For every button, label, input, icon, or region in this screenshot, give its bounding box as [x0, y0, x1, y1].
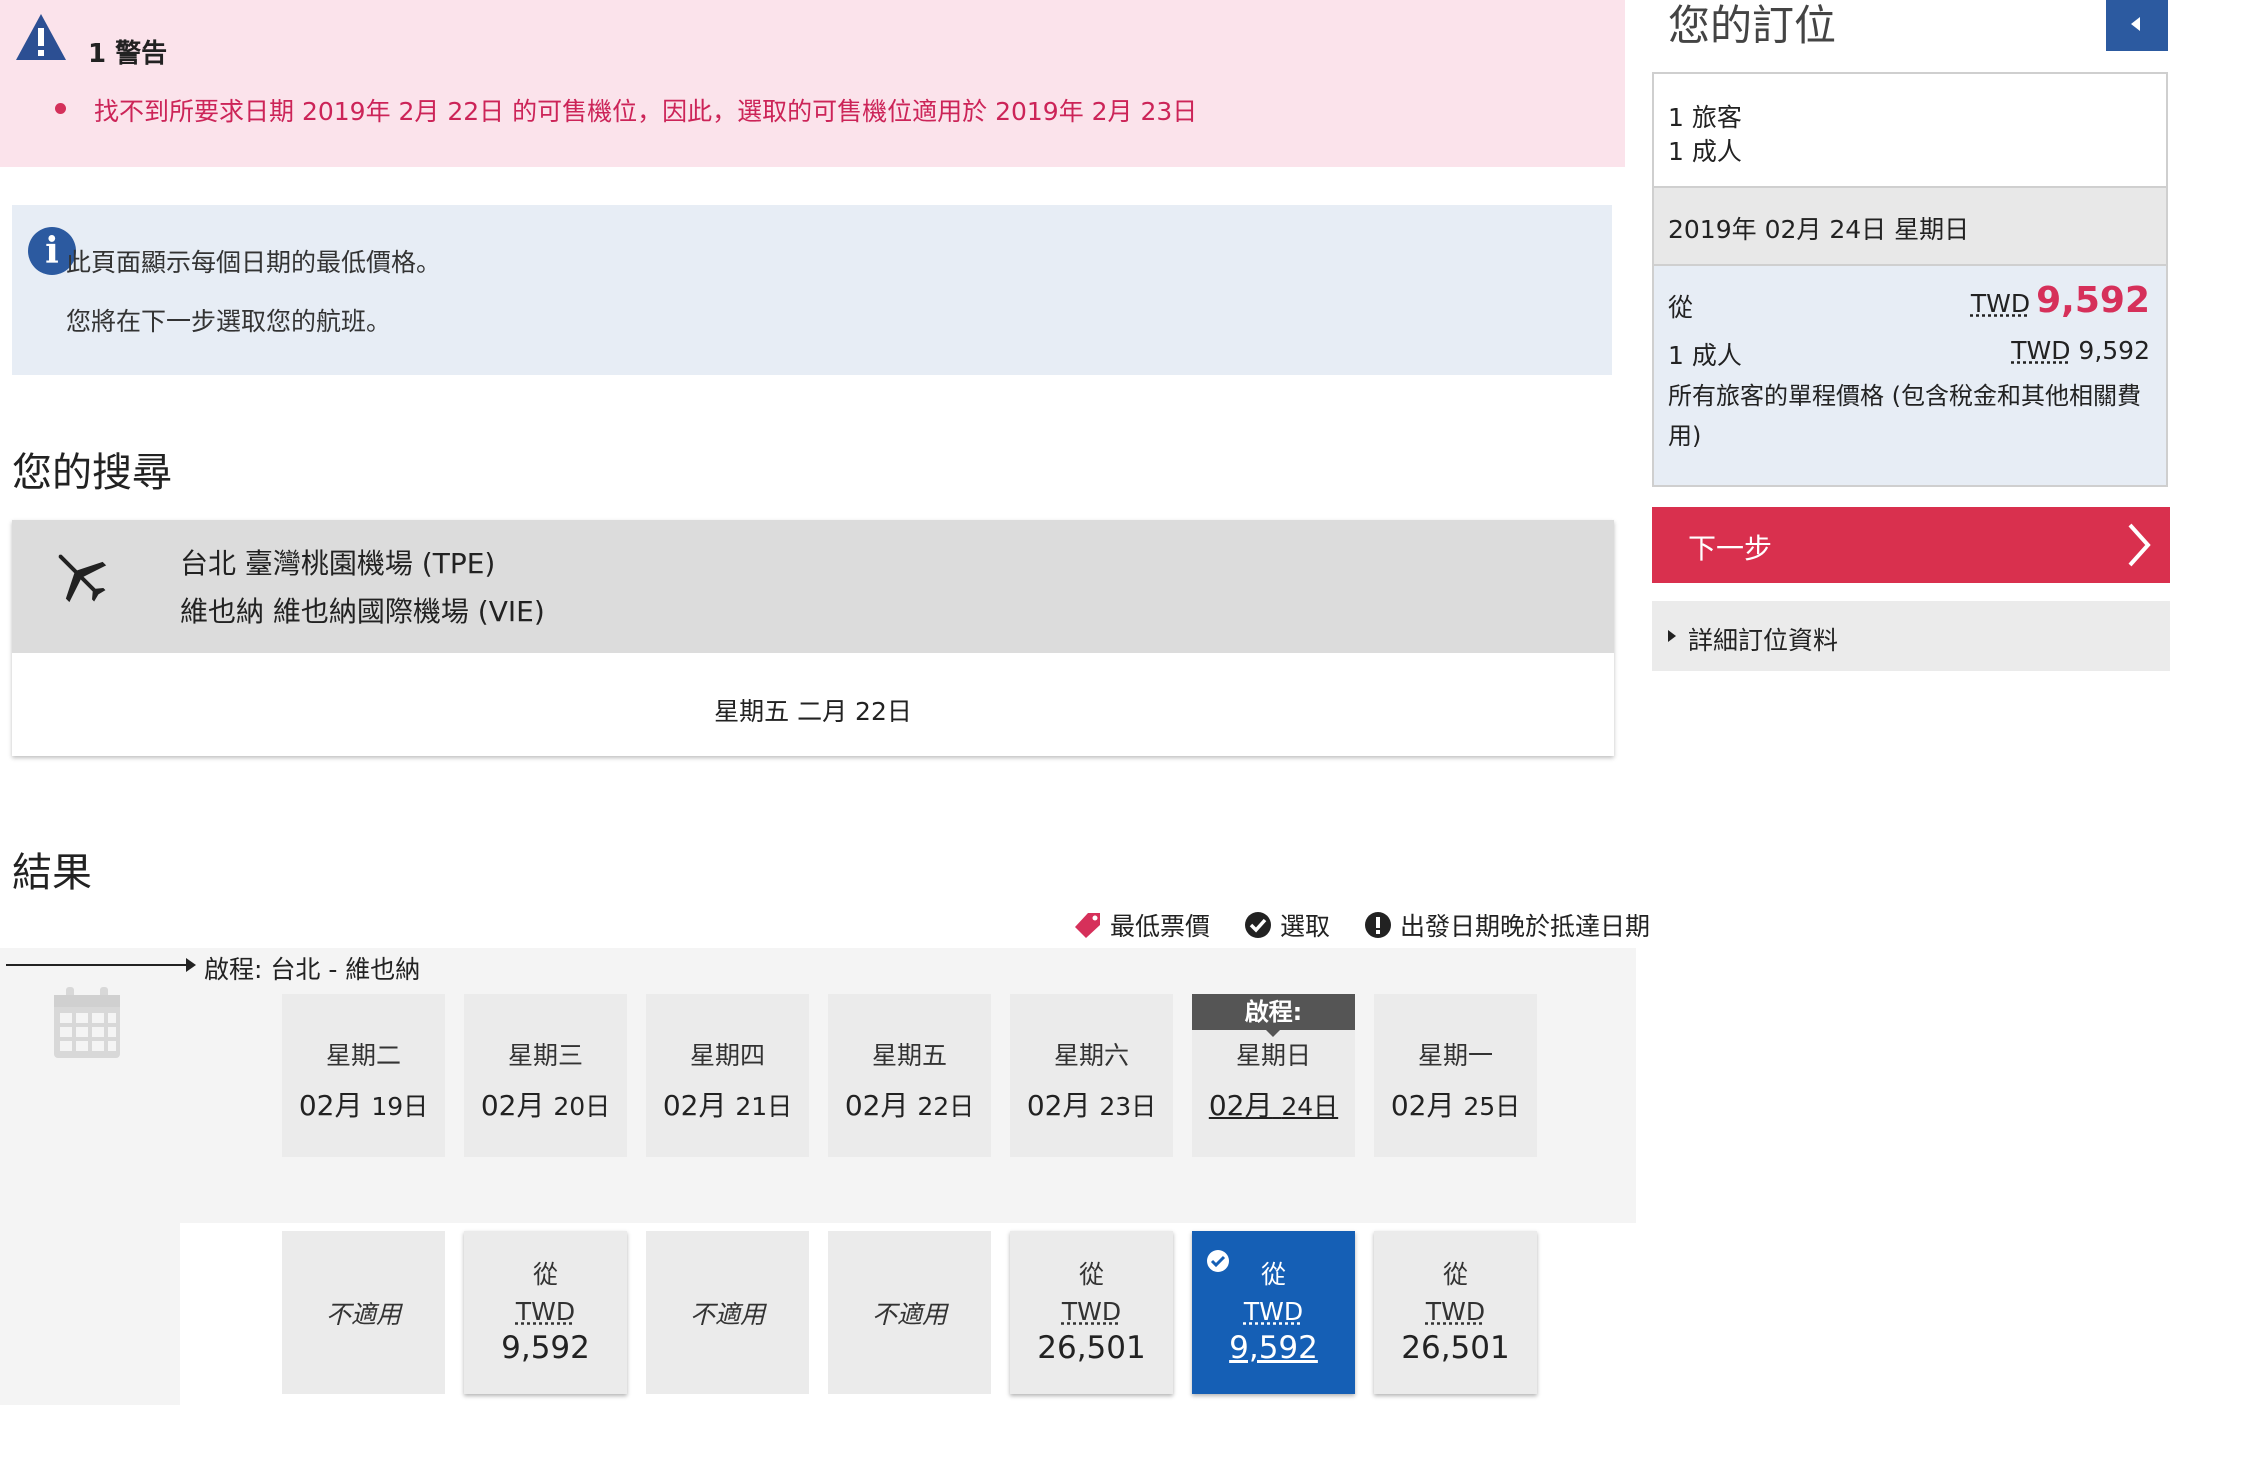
results-legend: 最低票價 選取 出發日期晚於抵達日期 [1040, 908, 1650, 942]
price-tag-icon [1075, 913, 1100, 938]
fare-adult-label: 1 成人 [1668, 341, 1742, 370]
day-weekday: 星期六 [1053, 1041, 1129, 1070]
next-step-label: 下一步 [1688, 532, 1773, 565]
caret-right-icon [1668, 630, 1676, 642]
legend-lowest-label: 最低票價 [1110, 912, 1211, 941]
adult-count: 1 成人 [1668, 137, 1742, 166]
legend-lowest-fare: 最低票價 [1074, 907, 1210, 943]
price-cell[interactable]: 從 TWD 9,592 [464, 1231, 627, 1394]
selected-day-tag-pointer [1265, 1029, 1281, 1037]
calendar-icon [54, 987, 120, 1058]
price-from: 從 [532, 1260, 558, 1289]
plane-icon [58, 554, 107, 603]
fare-section: 從 TWD 9,592 1 成人 TWD 9,592 所有旅客的單程價格 (包含稅… [1654, 266, 2166, 485]
results-heading: 結果 [12, 850, 92, 896]
day-weekday: 星期三 [507, 1041, 583, 1070]
legend-selected-label: 選取 [1280, 912, 1331, 941]
fare-adult-price: TWD 9,592 [2011, 336, 2150, 365]
legend-selected: 選取 [1244, 907, 1330, 943]
fare-total-currency: TWD [1970, 289, 2031, 318]
check-circle-icon [1207, 1250, 1229, 1272]
day-date: 02月 21日 [662, 1089, 793, 1122]
results-panel-side [0, 1223, 180, 1405]
price-currency: TWD [1061, 1297, 1122, 1326]
day-weekday: 星期五 [871, 1041, 947, 1070]
fare-note: 所有旅客的單程價格 (包含稅金和其他相關費用) [1668, 382, 2141, 450]
booking-title: 您的訂位 [1668, 1, 1837, 50]
price-currency: TWD [1243, 1297, 1304, 1326]
info-text-2: 您將在下一步選取您的航班。 [66, 307, 392, 336]
exclamation-circle-icon [1365, 912, 1392, 938]
price-currency: TWD [1425, 1297, 1486, 1326]
day-weekday: 星期四 [689, 1041, 765, 1070]
day-date: 02月 22日 [844, 1089, 975, 1122]
destination-airport: 維也納 維也納國際機場 (VIE) [180, 595, 545, 628]
booking-date: 2019年 02月 24日 星期日 [1668, 215, 1970, 244]
fare-total: TWD 9,592 [1971, 280, 2150, 321]
passenger-section: 1 旅客 1 成人 [1654, 74, 2166, 186]
search-summary: 台北 臺灣桃園機場 (TPE) 維也納 維也納國際機場 (VIE) 星期五 二月… [12, 520, 1614, 756]
legend-warning: 出發日期晚於抵達日期 [1364, 907, 1650, 943]
passenger-count: 1 旅客 [1668, 103, 1742, 132]
info-text-1: 此頁面顯示每個日期的最低價格。 [66, 248, 442, 277]
warning-banner: 1 警告 找不到所要求日期 2019年 2月 22日 的可售機位，因此，選取的可… [0, 0, 1625, 167]
day-date: 02月 20日 [480, 1089, 611, 1122]
leg-arrow-head [186, 958, 196, 972]
fare-adult-currency: TWD [2011, 336, 2071, 365]
day-header[interactable]: 星期一 02月 25日 [1374, 994, 1537, 1157]
day-header[interactable]: 星期二 02月 19日 [282, 994, 445, 1157]
price-cell-unavailable: 不適用 [828, 1231, 991, 1394]
leg-arrow [6, 964, 192, 966]
price-cell[interactable]: 從 TWD 26,501 [1010, 1231, 1173, 1394]
warning-message: 找不到所要求日期 2019年 2月 22日 的可售機位，因此，選取的可售機位適用… [94, 97, 1198, 126]
price-amount: 26,501 [1037, 1330, 1146, 1366]
day-header[interactable]: 星期五 02月 22日 [828, 994, 991, 1157]
chevron-right-icon [2128, 523, 2151, 567]
day-date: 02月 24日 [1208, 1089, 1339, 1122]
day-weekday: 星期一 [1417, 1041, 1493, 1070]
search-heading: 您的搜尋 [12, 450, 172, 496]
price-from: 從 [1442, 1260, 1468, 1289]
price-cell-selected[interactable]: 從 TWD 9,592 [1192, 1231, 1355, 1394]
leg-label: 啟程: 台北 - 維也納 [204, 955, 421, 984]
day-date: 02月 25日 [1390, 1089, 1521, 1122]
day-date: 02月 19日 [298, 1089, 429, 1122]
price-from: 從 [1078, 1260, 1104, 1289]
fare-adult-amount: 9,592 [2078, 336, 2150, 365]
collapse-panel-button[interactable] [2106, 0, 2168, 51]
day-header[interactable]: 星期四 02月 21日 [646, 994, 809, 1157]
check-circle-icon [1245, 912, 1272, 938]
origin-airport: 台北 臺灣桃園機場 (TPE) [180, 547, 496, 580]
price-cell-unavailable: 不適用 [282, 1231, 445, 1394]
price-amount: 9,592 [1229, 1330, 1318, 1366]
warning-title: 1 警告 [88, 39, 168, 69]
fare-total-amount: 9,592 [2036, 280, 2150, 321]
price-currency: TWD [515, 1297, 576, 1326]
selected-day-tag: 啟程: [1192, 994, 1355, 1030]
day-weekday: 星期日 [1235, 1041, 1311, 1070]
price-amount: 9,592 [501, 1330, 590, 1366]
booking-date-section: 2019年 02月 24日 星期日 [1654, 186, 2166, 266]
legend-warning-label: 出發日期晚於抵達日期 [1400, 912, 1651, 941]
next-step-button[interactable]: 下一步 [1652, 507, 2170, 583]
route-band: 台北 臺灣桃園機場 (TPE) 維也納 維也納國際機場 (VIE) [12, 520, 1614, 653]
booking-summary: 1 旅客 1 成人 2019年 02月 24日 星期日 從 TWD 9,592 1… [1652, 72, 2168, 487]
price-cell-unavailable: 不適用 [646, 1231, 809, 1394]
warning-icon [16, 14, 66, 60]
fare-from-label: 從 [1668, 293, 1694, 322]
booking-details-label: 詳細訂位資料 [1688, 626, 1839, 655]
search-date: 星期五 二月 22日 [714, 697, 912, 726]
day-date: 02月 23日 [1026, 1089, 1157, 1122]
info-banner: i 此頁面顯示每個日期的最低價格。 您將在下一步選取您的航班。 [12, 205, 1612, 375]
price-amount: 26,501 [1401, 1330, 1510, 1366]
day-header[interactable]: 星期三 02月 20日 [464, 994, 627, 1157]
day-header[interactable]: 星期六 02月 23日 [1010, 994, 1173, 1157]
price-cell[interactable]: 從 TWD 26,501 [1374, 1231, 1537, 1394]
booking-details-toggle[interactable]: 詳細訂位資料 [1652, 601, 2170, 671]
day-weekday: 星期二 [325, 1041, 401, 1070]
warning-bullet [55, 103, 66, 114]
